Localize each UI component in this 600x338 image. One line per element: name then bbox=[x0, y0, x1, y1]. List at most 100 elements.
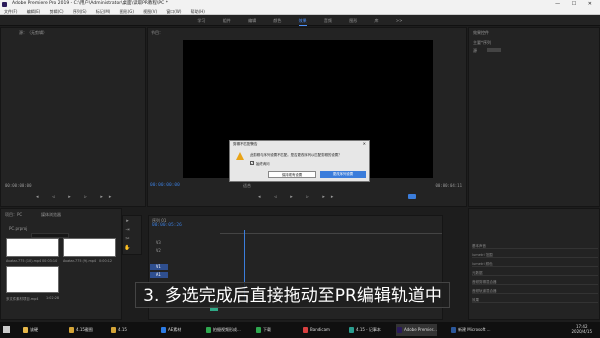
taskbar-item[interactable]: 4.15截图 bbox=[68, 324, 93, 336]
word-icon bbox=[451, 327, 456, 333]
clip-thumbnail[interactable] bbox=[63, 238, 116, 257]
selection-tool-icon[interactable]: ▸ bbox=[123, 218, 132, 226]
track-select-icon[interactable]: ⇥ bbox=[123, 227, 132, 235]
taskbar: 该硬 4.15截图 4.15 AE素材 拍摄视频形成... 下载 Bandica… bbox=[0, 322, 600, 338]
source-panel-title[interactable]: 源：（无剪辑） bbox=[19, 30, 47, 36]
panel-basic-sound[interactable]: 基本声音 bbox=[472, 244, 598, 249]
premiere-icon bbox=[397, 327, 402, 333]
effect-controls-panel: 效果控件 主要*序列 源 bbox=[468, 27, 600, 207]
panel-lumetri-color[interactable]: lumetri 颜色 bbox=[472, 262, 598, 267]
taskbar-item[interactable]: 新建 Microsoft ... bbox=[450, 324, 491, 336]
menu-graphics[interactable]: 图形(G) bbox=[120, 9, 134, 14]
dialog-close-icon[interactable]: ✕ bbox=[363, 141, 366, 146]
menu-file[interactable]: 文件(F) bbox=[4, 9, 17, 14]
hand-tool-icon[interactable]: ✋ bbox=[123, 245, 132, 253]
tutorial-caption: 3. 多选完成后直接拖动至PR编辑轨道中 bbox=[135, 282, 450, 308]
menu-bar: 文件(F) 编辑(E) 剪辑(C) 序列(S) 标记(M) 图形(G) 视图(V… bbox=[0, 8, 600, 15]
workspace-tab-assembly[interactable]: 组件 bbox=[223, 15, 231, 26]
title-bar: Adobe Premiere Pro 2019 - C:\用户\Administ… bbox=[0, 0, 600, 8]
taskbar-item[interactable]: 下载 bbox=[255, 324, 271, 336]
dialog-title: 剪辑不匹配警告 bbox=[233, 142, 258, 146]
workspace-tab-graphics[interactable]: 图形 bbox=[349, 15, 357, 26]
menu-edit[interactable]: 编辑(E) bbox=[27, 9, 41, 14]
menu-clip[interactable]: 剪辑(C) bbox=[50, 9, 64, 14]
project-file-name: PC.prproj bbox=[9, 226, 28, 231]
media-browser-tab[interactable]: 媒体浏览器 bbox=[41, 212, 61, 218]
workspace-tab-editing[interactable]: 编辑 bbox=[248, 15, 256, 26]
menu-sequence[interactable]: 序列(S) bbox=[73, 9, 87, 14]
start-button-icon[interactable] bbox=[3, 326, 10, 333]
clip-name: Avatar-775 (9).mp4 bbox=[63, 259, 97, 263]
menu-window[interactable]: 窗口(W) bbox=[166, 9, 181, 14]
dialog-message: 此剪辑与序列设置不匹配。是否更改序列以匹配剪辑的设置？ bbox=[250, 153, 342, 157]
workspace-tab-learn[interactable]: 学习 bbox=[198, 15, 206, 26]
panel-effects[interactable]: 效果 bbox=[472, 298, 598, 303]
taskbar-item[interactable]: AE素材 bbox=[160, 324, 181, 336]
premiere-app-icon bbox=[2, 1, 7, 7]
panel-metadata[interactable]: 元数据 bbox=[472, 271, 598, 276]
workspace-tab-libraries[interactable]: 库 bbox=[374, 15, 378, 26]
track-v3[interactable]: V3 bbox=[150, 240, 168, 246]
warning-icon bbox=[236, 152, 244, 160]
effect-controls-field[interactable] bbox=[487, 48, 501, 52]
panel-audio-track-mixer[interactable]: 音频轨道混合器 bbox=[472, 289, 598, 294]
workspace-tab-color[interactable]: 颜色 bbox=[273, 15, 281, 26]
source-transport-controls[interactable]: ◂ ◃ ▸ ▹ ▸▸ bbox=[36, 194, 117, 200]
download-icon bbox=[256, 327, 261, 333]
clip-mismatch-dialog: 剪辑不匹配警告 ✕ 此剪辑与序列设置不匹配。是否更改序列以匹配剪辑的设置？ ✓ … bbox=[229, 140, 370, 182]
taskbar-item[interactable]: 该硬 bbox=[22, 324, 38, 336]
program-timecode[interactable]: 00:00:00:00 bbox=[150, 183, 180, 188]
track-a1[interactable]: A1 bbox=[150, 272, 168, 278]
taskbar-clock[interactable]: 17:42 2020/4/15 bbox=[571, 324, 592, 334]
panel-audio-clip-mixer[interactable]: 音频剪辑混合器 bbox=[472, 280, 598, 285]
taskbar-item[interactable]: Bandicam bbox=[302, 324, 330, 336]
program-duration: 00:00:04:11 bbox=[435, 183, 463, 188]
taskbar-item[interactable]: Adobe Premier... bbox=[396, 324, 437, 336]
taskbar-item[interactable]: 拍摄视频形成... bbox=[205, 324, 241, 336]
clip-duration: 0:00:12 bbox=[99, 259, 113, 263]
effect-controls-item: 主要*序列 bbox=[473, 40, 491, 45]
workspace-overflow[interactable]: >> bbox=[396, 15, 403, 26]
folder-icon bbox=[69, 327, 74, 333]
workspace-bar: 学习 组件 编辑 颜色 效果 音频 图形 库 >> bbox=[0, 15, 600, 26]
wechat-icon bbox=[206, 327, 211, 333]
panel-lumetri-scopes[interactable]: lumetri 范围 bbox=[472, 253, 598, 258]
program-panel-title[interactable]: 节目： bbox=[151, 30, 163, 36]
fit-dropdown[interactable]: 适合 bbox=[243, 183, 251, 189]
project-panel-title[interactable]: 项目：PC bbox=[5, 212, 22, 218]
export-frame-icon[interactable] bbox=[408, 194, 416, 199]
menu-marker[interactable]: 标记(M) bbox=[96, 9, 111, 14]
always-ask-label: 始终询问 bbox=[256, 162, 270, 166]
clip-thumbnail[interactable] bbox=[6, 266, 59, 293]
clip-duration: 00:03:10 bbox=[42, 259, 58, 263]
time-ruler[interactable] bbox=[220, 233, 442, 234]
keep-settings-button[interactable]: 保持现有设置 bbox=[268, 171, 316, 178]
bandicam-icon bbox=[303, 327, 308, 333]
source-timecode: 00:00:00:00 bbox=[5, 183, 32, 188]
taskbar-item[interactable]: 4.15 bbox=[110, 324, 127, 336]
window-title: Adobe Premiere Pro 2019 - C:\用户\Administ… bbox=[12, 1, 168, 6]
menu-help[interactable]: 帮助(H) bbox=[191, 9, 205, 14]
track-v2[interactable]: V2 bbox=[150, 248, 168, 254]
window-controls[interactable]: — ☐ ✕ bbox=[555, 0, 597, 8]
workspace-tab-effects[interactable]: 效果 bbox=[298, 16, 307, 26]
razor-tool-icon[interactable]: ✂ bbox=[123, 236, 132, 244]
clip-duration: 1:02:28 bbox=[46, 296, 60, 300]
clip-name: Avatar-775 (10).mp4 bbox=[6, 259, 42, 263]
program-transport-controls[interactable]: ◂ ◃ ▸ ▹ ▸▸ bbox=[258, 194, 339, 200]
workspace-tab-audio[interactable]: 音频 bbox=[324, 15, 332, 26]
always-ask-checkbox[interactable]: ✓ bbox=[250, 161, 254, 165]
folder-icon bbox=[111, 327, 116, 333]
source-monitor-panel: 源：（无剪辑） 00:00:00:00 ◂ ◃ ▸ ▹ ▸▸ bbox=[0, 27, 146, 207]
ae-icon bbox=[161, 327, 166, 333]
clip-name: 多文件素材项目.mp4 bbox=[6, 297, 39, 301]
project-panel: 项目：PC 媒体浏览器 PC.prproj bbox=[0, 208, 122, 320]
clip-thumbnail[interactable] bbox=[6, 238, 59, 257]
timeline-timecode[interactable]: 00:00:05:26 bbox=[152, 223, 182, 228]
menu-view[interactable]: 视图(V) bbox=[143, 9, 157, 14]
change-settings-button[interactable]: 更改序列设置 bbox=[320, 171, 366, 178]
track-v1[interactable]: V1 bbox=[150, 264, 168, 270]
effect-controls-item: 源 bbox=[473, 48, 477, 53]
taskbar-item[interactable]: 4.15 - 记事本 bbox=[348, 324, 381, 336]
effect-controls-title[interactable]: 效果控件 bbox=[473, 30, 489, 36]
